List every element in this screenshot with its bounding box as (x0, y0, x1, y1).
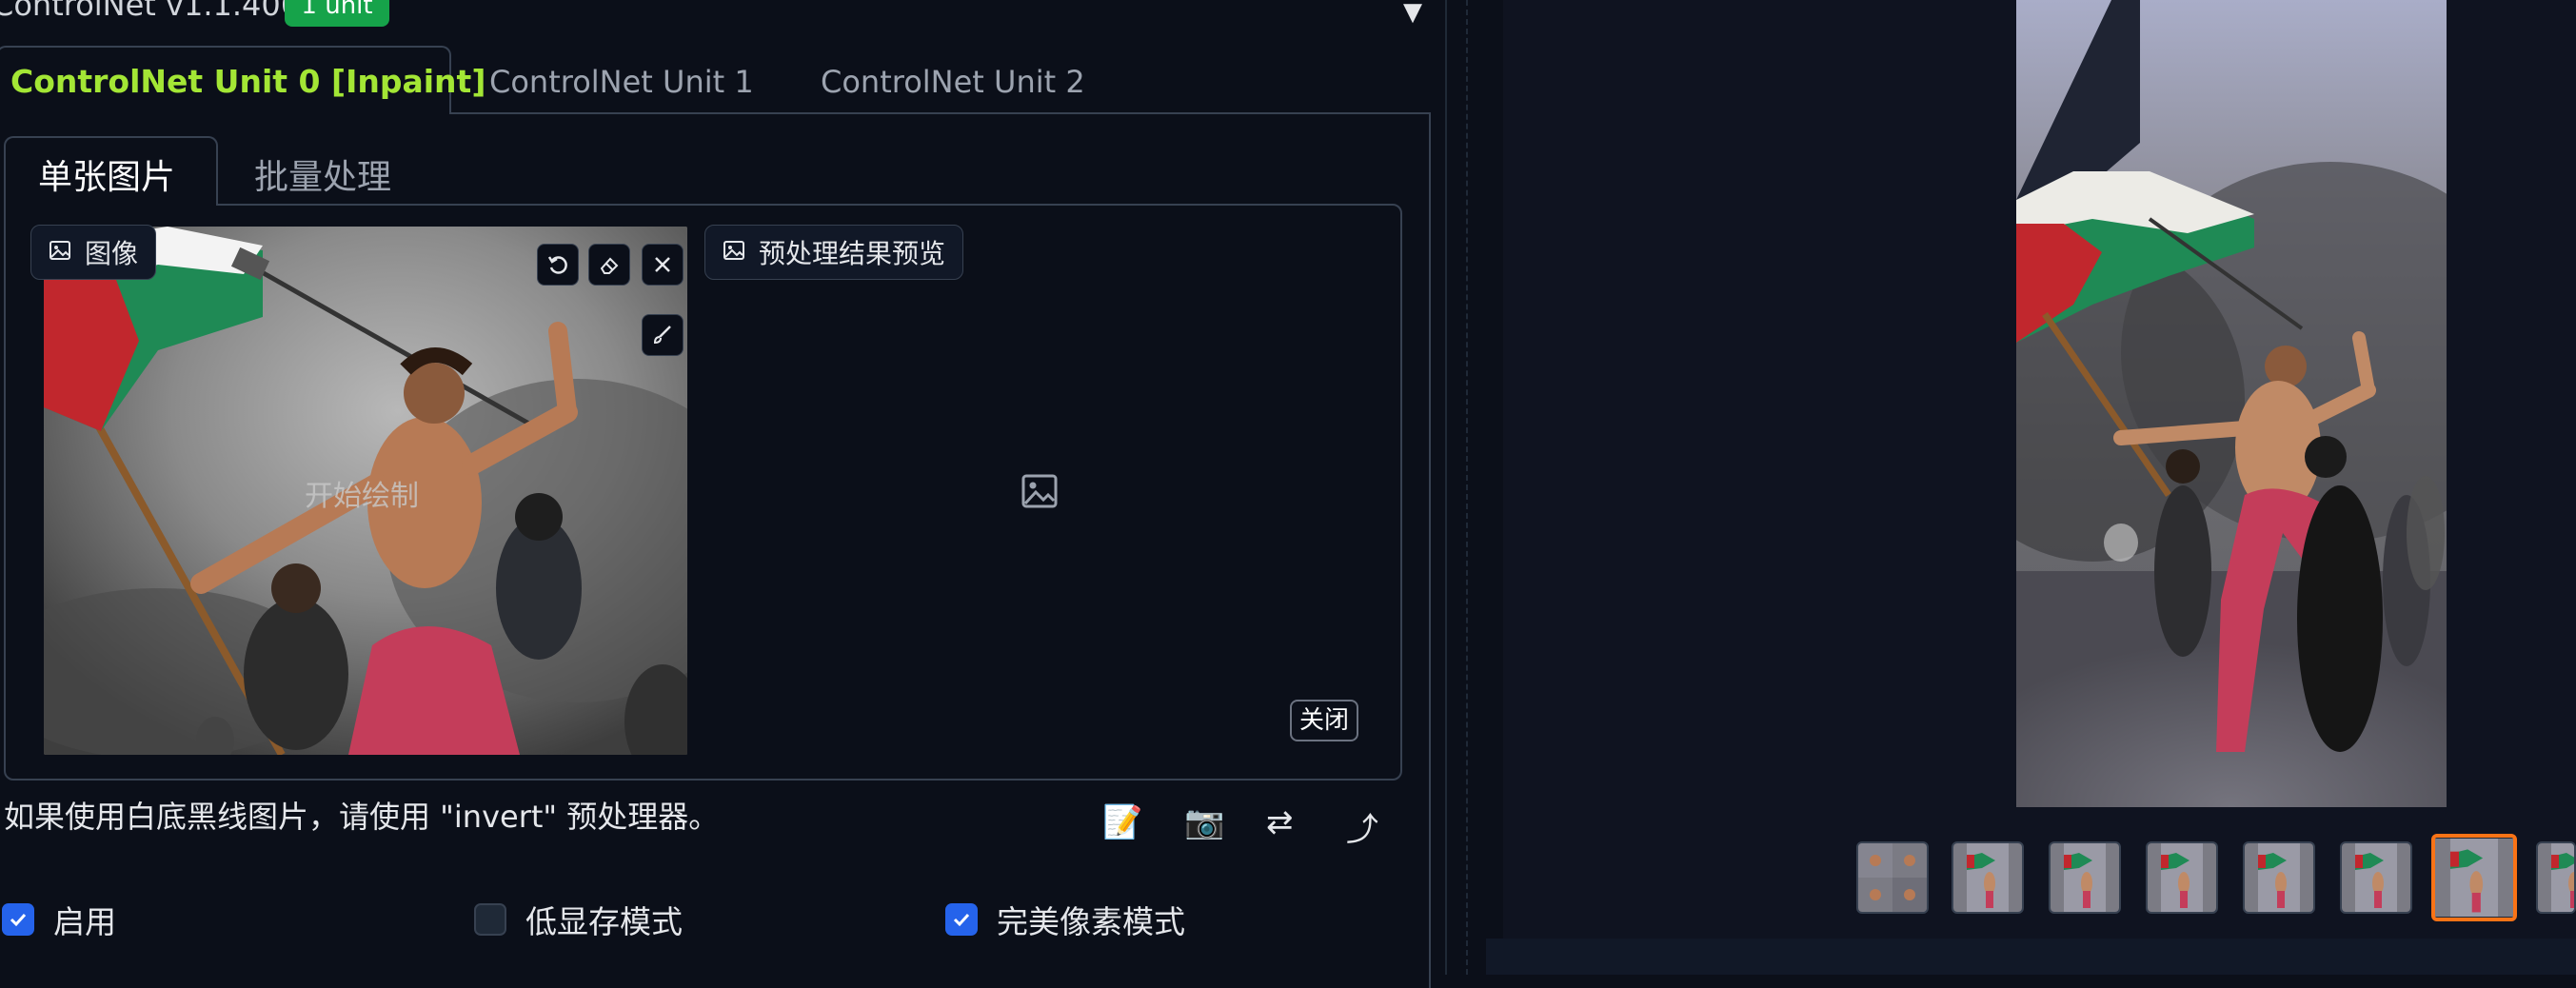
pixel-perfect-checkbox[interactable] (945, 903, 978, 936)
low-vram-label[interactable]: 低显存模式 (525, 897, 683, 942)
invert-hint-text: 如果使用白底黑线图片，请使用 "invert" 预处理器。 (4, 799, 720, 835)
gallery-thumbnail[interactable] (1952, 841, 2024, 914)
tab-controlnet-unit-2[interactable]: ControlNet Unit 2 (821, 64, 1085, 100)
unit-count-badge: 1 unit (285, 0, 389, 27)
gallery-footer-bar (1486, 939, 2576, 975)
close-icon[interactable] (642, 244, 684, 286)
start-drawing-hint: 开始绘制 (305, 480, 419, 513)
gallery-thumbnail[interactable] (2049, 841, 2121, 914)
enable-checkbox[interactable] (2, 903, 34, 936)
eraser-icon[interactable] (588, 244, 630, 286)
edit-icon[interactable]: 📝 (1102, 803, 1142, 841)
preprocess-preview-label-text: 预处理结果预览 (759, 238, 946, 269)
send-dimensions-icon[interactable]: ⤴ (1346, 803, 1378, 850)
collapse-caret-icon[interactable]: ▼ (1403, 0, 1422, 27)
column-divider-dashed (1466, 0, 1468, 975)
pixel-perfect-label[interactable]: 完美像素模式 (997, 897, 1185, 942)
enable-checkbox-row[interactable]: 启用 (2, 897, 116, 942)
low-vram-checkbox-row[interactable]: 低显存模式 (474, 897, 683, 942)
preprocess-preview-label: 预处理结果预览 (704, 225, 964, 280)
pixel-perfect-checkbox-row[interactable]: 完美像素模式 (945, 897, 1185, 942)
image-icon (49, 237, 71, 268)
enable-label[interactable]: 启用 (53, 897, 116, 942)
generated-image-preview[interactable] (2016, 0, 2447, 807)
gallery-thumbnail[interactable] (2536, 841, 2576, 914)
tab-single-image-label[interactable]: 单张图片 (38, 149, 175, 199)
tab-batch-process[interactable]: 批量处理 (254, 149, 391, 199)
empty-image-placeholder-icon (1020, 472, 1059, 514)
gallery-thumbnail[interactable] (1856, 841, 1929, 914)
gallery-thumbnail[interactable] (2340, 841, 2412, 914)
undo-icon[interactable] (537, 244, 579, 286)
controlnet-version-title[interactable]: ControlNet v1.1.406 (0, 0, 300, 23)
tab-unit-0-label[interactable]: ControlNet Unit 0 [Inpaint] (10, 63, 485, 100)
gallery-thumbnail[interactable] (2431, 834, 2517, 921)
close-preview-button[interactable]: 关闭 (1290, 700, 1358, 741)
low-vram-checkbox[interactable] (474, 903, 506, 936)
swap-icon[interactable]: ⇄ (1266, 803, 1294, 841)
camera-icon[interactable]: 📷 (1184, 803, 1224, 841)
generated-photo (2016, 0, 2447, 807)
gallery-thumbnail[interactable] (2243, 841, 2315, 914)
brush-icon[interactable] (642, 314, 684, 356)
tab-controlnet-unit-1[interactable]: ControlNet Unit 1 (489, 64, 754, 100)
image-icon (723, 237, 745, 268)
image-input-label-text: 图像 (85, 238, 139, 269)
image-input-label: 图像 (30, 225, 157, 280)
gallery-thumbnail[interactable] (2146, 841, 2218, 914)
column-divider (1445, 0, 1447, 975)
